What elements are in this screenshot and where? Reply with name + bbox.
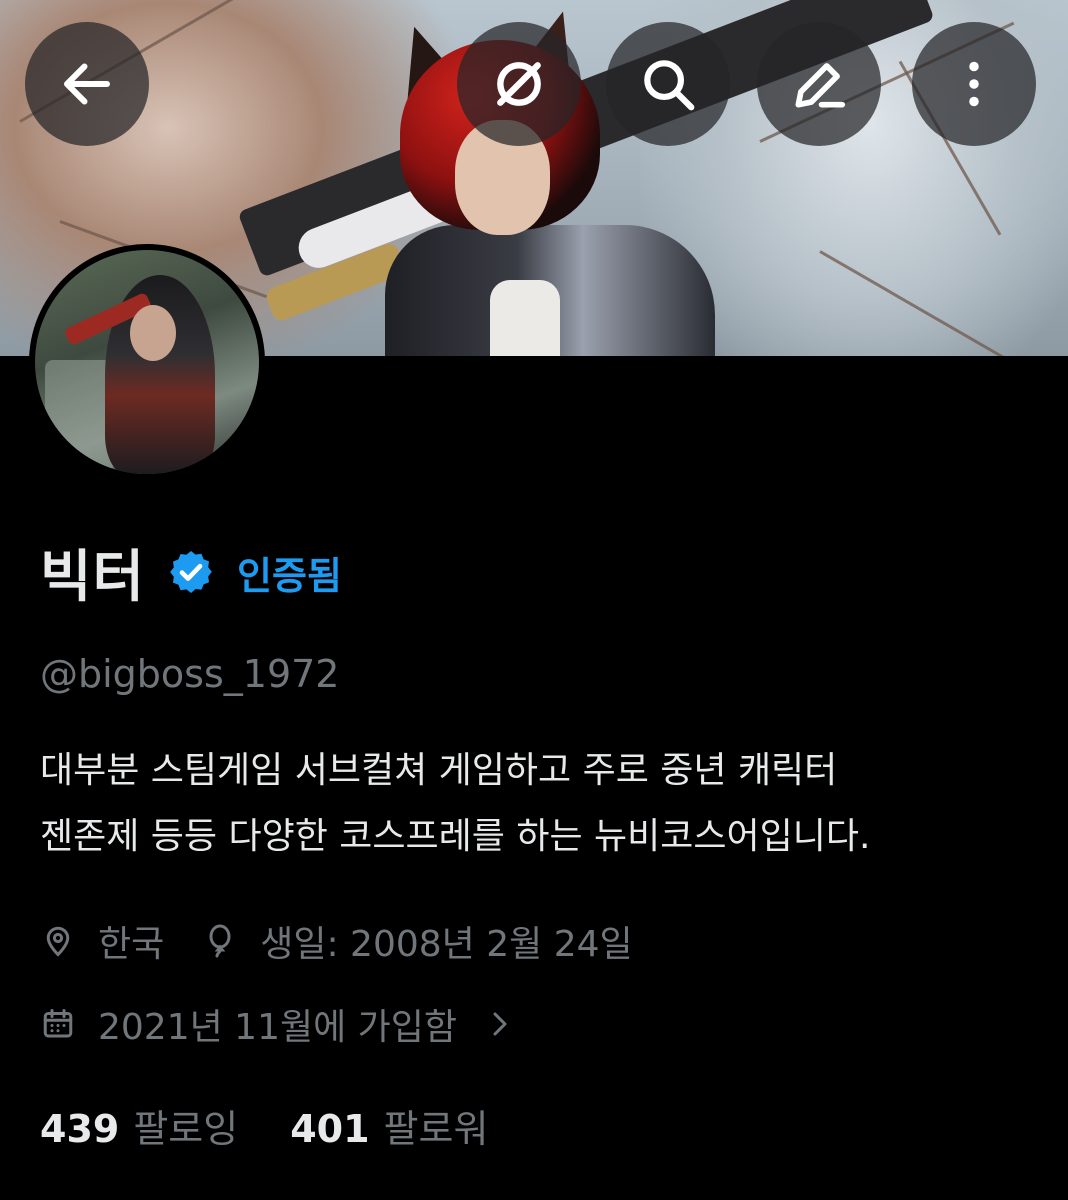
grok-button[interactable] [457, 22, 581, 146]
following-label: 팔로잉 [133, 1107, 239, 1151]
profile-meta-row: 한국 생일: 2008년 2월 24일 [40, 915, 633, 967]
followers-link[interactable]: 401 팔로워 [290, 1098, 488, 1153]
joined-row[interactable]: 2021년 11월에 가입함 [40, 998, 515, 1050]
avatar[interactable] [29, 244, 265, 480]
verified-label[interactable]: 인증됨 [237, 545, 342, 600]
balloon-icon [209, 924, 231, 958]
bio-line: 젠존제 등등 다양한 코스프레를 하는 뉴비코스어입니다. [40, 816, 871, 857]
verified-badge-icon[interactable] [167, 548, 215, 596]
following-count: 439 [40, 1107, 120, 1151]
joined-text: 2021년 11월에 가입함 [98, 1007, 458, 1048]
bio: 대부분 스팀게임 서브컬쳐 게임하고 주로 중년 캐릭터 젠존제 등등 다양한 … [40, 738, 1040, 870]
birthday-text: 생일: 2008년 2월 24일 [260, 924, 633, 965]
more-button[interactable] [912, 22, 1036, 146]
search-icon [644, 60, 695, 111]
edit-button[interactable] [757, 22, 881, 146]
more-vertical-icon [969, 61, 979, 107]
display-name: 빅터 [40, 544, 146, 610]
chevron-right-icon [493, 1012, 507, 1036]
location-text: 한국 [98, 924, 165, 965]
search-button[interactable] [606, 22, 730, 146]
edit-icon [795, 63, 846, 108]
back-arrow-icon [64, 63, 110, 105]
location-pin-icon [46, 926, 70, 957]
name-row: 빅터 인증됨 [40, 535, 342, 610]
followers-label: 팔로워 [383, 1107, 489, 1151]
followers-count: 401 [290, 1107, 370, 1151]
bio-line: 대부분 스팀게임 서브컬쳐 게임하고 주로 중년 캐릭터 [40, 750, 838, 791]
calendar-icon [43, 1009, 73, 1038]
follow-stats: 439 팔로잉 401 팔로워 [40, 1098, 488, 1153]
back-button[interactable] [25, 22, 149, 146]
avatar-image [35, 250, 259, 474]
handle: @bigboss_1972 [40, 652, 340, 696]
grok-icon [497, 62, 541, 106]
following-link[interactable]: 439 팔로잉 [40, 1098, 238, 1153]
